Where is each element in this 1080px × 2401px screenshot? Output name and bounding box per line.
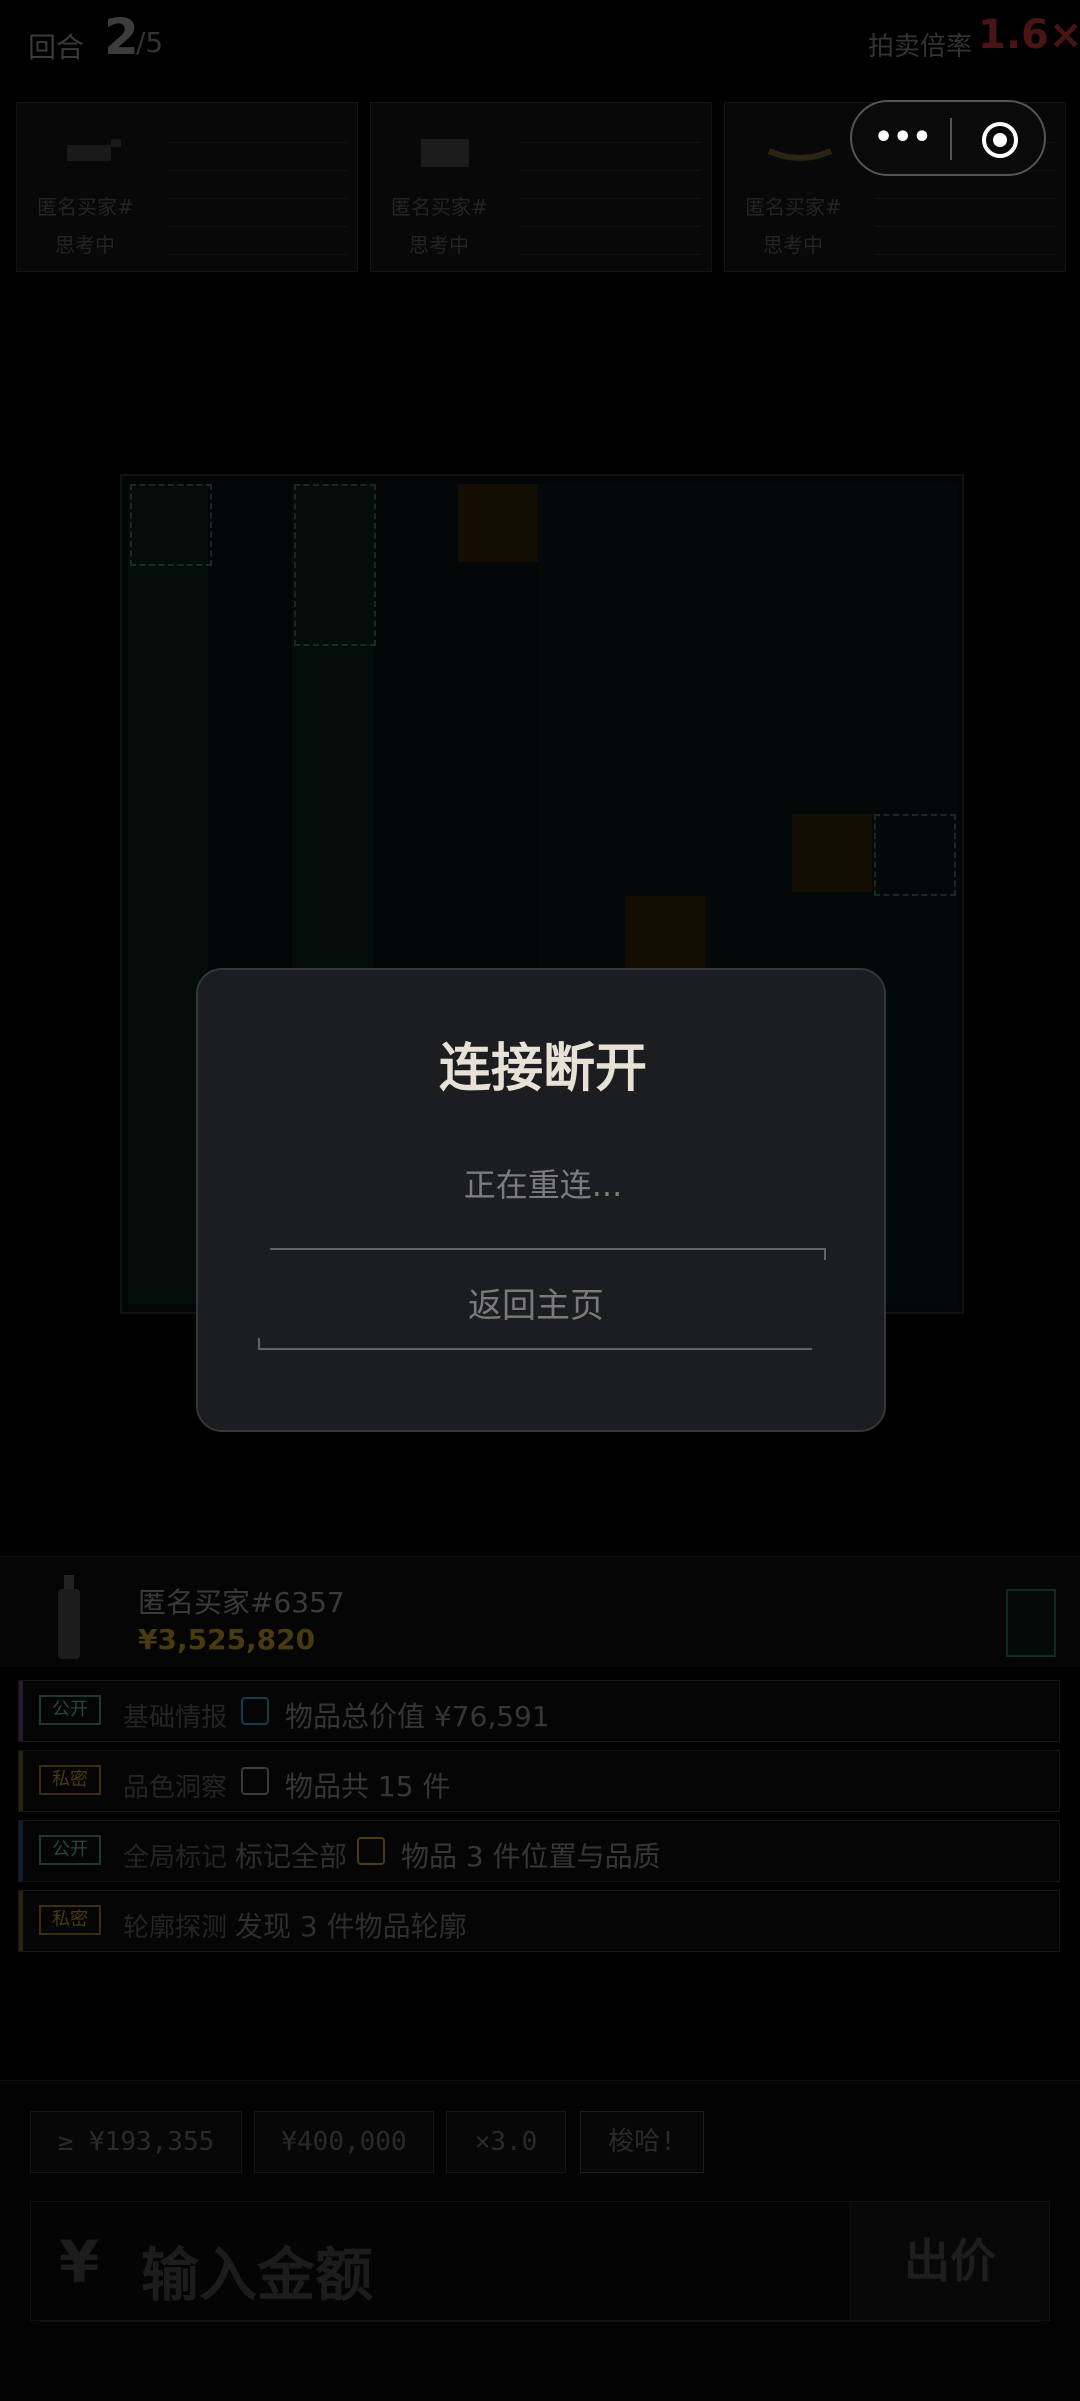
visibility-tag: 公开 [39,1835,101,1865]
visibility-tag: 公开 [39,1695,101,1725]
top-bar: 回合 2 /5 拍卖倍率 1.6× [0,0,1080,80]
intel-description: 物品总价值 ¥76,591 [285,1700,550,1733]
capsule-divider [950,118,952,160]
multiplier-label: 拍卖倍率 [868,32,973,62]
buyer-chip[interactable] [1006,1589,1056,1657]
button-border-corner [258,1338,260,1350]
intel-mark: 发现 3 件物品轮廓 [235,1910,467,1943]
row-stripe [19,1751,23,1811]
player-stats [521,115,701,255]
round-label: 回合 [28,31,85,64]
multiplier-value: 1.6× [978,12,1080,58]
grid-slot-outline [874,814,956,896]
player-stats [167,115,347,255]
player-name: 匿名买家# [745,195,842,219]
target-close-icon[interactable] [980,120,1020,160]
grid-item-gold[interactable] [458,484,538,562]
intel-description: 物品 3 件位置与品质 [401,1840,661,1873]
dialog-title: 连接断开 [438,1039,647,1099]
grid-item-gold[interactable] [792,814,872,892]
quick-bid-min-button[interactable]: ≥ ¥193,355 [30,2111,242,2173]
intel-description: 物品共 15 件 [285,1770,451,1803]
player-card: 匿名买家# 思考中 [370,102,712,272]
row-stripe [19,1821,23,1881]
buyer-name: 匿名买家#6357 [138,1586,345,1619]
buyer-value: ¥3,525,820 [138,1623,316,1656]
player-name: 匿名买家# [391,195,488,219]
all-in-button[interactable]: 梭哈! [580,2111,704,2173]
row-stripe [19,1681,23,1741]
more-dots-icon[interactable]: ••• [874,120,932,156]
intel-row: 公开 全局标记 标记全部 物品 3 件位置与品质 [18,1820,1060,1882]
grid-item-gold[interactable] [626,896,706,974]
item-thumbnail-icon [421,139,469,167]
intel-row: 私密 品色洞察 物品共 15 件 [18,1750,1060,1812]
intel-label: 轮廓探测 [123,1913,228,1943]
quick-bid-multiplier-button[interactable]: ×3.0 [446,2111,566,2173]
checkbox-icon[interactable] [241,1767,269,1795]
return-home-button[interactable]: 返回主页 [258,1248,826,1350]
item-thumbnail-icon [67,139,121,161]
player-card: 匿名买家# 思考中 [16,102,358,272]
player-status: 思考中 [763,233,823,257]
button-border-bottom [258,1348,812,1350]
row-stripe [19,1891,23,1951]
bid-amount-input[interactable]: ¥ 输入金额 [30,2201,860,2321]
intel-row: 公开 基础情报 物品总价值 ¥76,591 [18,1680,1060,1742]
return-home-label: 返回主页 [468,1286,604,1326]
button-border-top [270,1248,824,1250]
intel-mark: 标记全部 [235,1840,348,1873]
bottle-icon [58,1575,80,1659]
miniprogram-capsule: ••• [850,100,1046,176]
reconnecting-text: 正在重连... [463,1166,623,1204]
visibility-tag: 私密 [39,1765,101,1795]
checkbox-icon[interactable] [241,1697,269,1725]
intel-label: 全局标记 [123,1843,228,1873]
player-status: 思考中 [409,233,469,257]
grid-slot-outline [294,484,376,646]
place-bid-button[interactable]: 出价 [850,2201,1050,2321]
player-status: 思考中 [55,233,115,257]
visibility-tag: 私密 [39,1905,101,1935]
intel-label: 品色洞察 [123,1773,228,1803]
checkbox-icon[interactable] [357,1837,385,1865]
intel-row: 私密 轮廓探测 发现 3 件物品轮廓 [18,1890,1060,1952]
bottom-divider [40,2320,1040,2322]
item-thumbnail-icon [767,148,833,161]
amount-placeholder: 输入金额 [141,2241,374,2309]
player-name: 匿名买家# [37,195,134,219]
button-border-corner [824,1248,826,1260]
intel-label: 基础情报 [123,1703,228,1733]
currency-symbol: ¥ [59,2228,100,2296]
disconnect-dialog: 连接断开 正在重连... 返回主页 [196,968,886,1432]
round-total: /5 [136,26,164,59]
round-current: 2 [104,8,139,66]
buyer-bar: 匿名买家#6357 ¥3,525,820 [0,1556,1080,1667]
bid-panel: ≥ ¥193,355 ¥400,000 ×3.0 梭哈! ¥ 输入金额 出价 [0,2080,1080,2401]
quick-bid-amount-button[interactable]: ¥400,000 [254,2111,434,2173]
grid-slot-outline [130,484,212,566]
